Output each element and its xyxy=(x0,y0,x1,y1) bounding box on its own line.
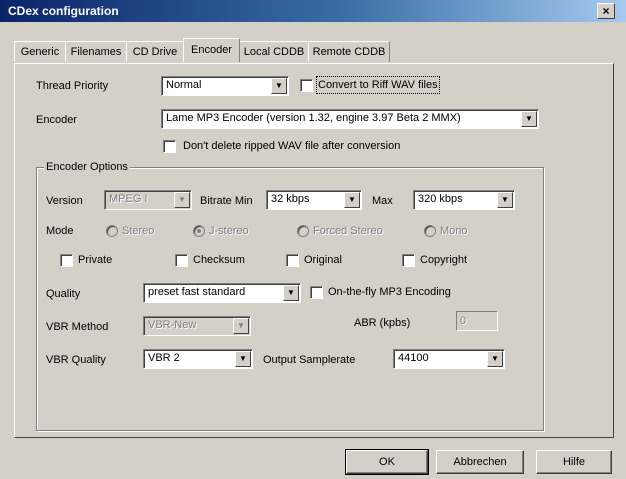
version-label: Version xyxy=(46,195,83,207)
encoder-options-title: Encoder Options xyxy=(44,160,130,174)
thread-priority-label: Thread Priority xyxy=(36,80,109,92)
quality-label: Quality xyxy=(46,288,81,300)
abr-value: 0 xyxy=(460,315,467,327)
mode-jstereo-label[interactable]: J-stereo xyxy=(209,224,249,238)
output-samplerate-label: Output Samplerate xyxy=(263,354,356,366)
dropdown-arrow-icon[interactable]: ▼ xyxy=(233,318,249,334)
dropdown-arrow-icon[interactable]: ▼ xyxy=(487,351,503,367)
version-value: MPEG I xyxy=(109,193,148,205)
vbr-quality-label: VBR Quality xyxy=(46,354,106,366)
convert-riff-checkbox[interactable] xyxy=(300,79,313,92)
tab-encoder[interactable]: Encoder xyxy=(183,38,240,62)
checksum-checkbox[interactable] xyxy=(175,254,188,267)
mode-stereo-label[interactable]: Stereo xyxy=(122,224,154,238)
tab-filenames[interactable]: Filenames xyxy=(65,41,127,62)
tab-cd-drive[interactable]: CD Drive xyxy=(126,41,184,62)
mode-mono-label[interactable]: Mono xyxy=(440,224,468,238)
checksum-label[interactable]: Checksum xyxy=(193,253,245,267)
dropdown-arrow-icon[interactable]: ▼ xyxy=(235,351,251,367)
mode-stereo-radio[interactable] xyxy=(106,225,118,237)
dropdown-arrow-icon[interactable]: ▼ xyxy=(174,192,190,208)
dont-delete-checkbox[interactable] xyxy=(163,140,176,153)
dropdown-arrow-icon[interactable]: ▼ xyxy=(344,192,360,208)
tab-remote-cddb[interactable]: Remote CDDB xyxy=(308,41,390,62)
output-samplerate-select[interactable]: 44100 ▼ xyxy=(393,349,505,369)
dropdown-arrow-icon[interactable]: ▼ xyxy=(497,192,513,208)
abr-input[interactable]: 0 xyxy=(456,311,498,331)
close-button[interactable]: × xyxy=(597,3,615,19)
vbr-method-select[interactable]: VBR-New ▼ xyxy=(143,316,251,336)
mode-label: Mode xyxy=(46,225,74,237)
original-checkbox[interactable] xyxy=(286,254,299,267)
dropdown-arrow-icon[interactable]: ▼ xyxy=(521,111,537,127)
mode-forced-stereo-label[interactable]: Forced Stereo xyxy=(313,224,383,238)
mode-jstereo-radio[interactable] xyxy=(193,225,205,237)
quality-select[interactable]: preset fast standard ▼ xyxy=(143,283,301,303)
quality-value: preset fast standard xyxy=(148,286,246,298)
abr-label: ABR (kpbs) xyxy=(354,317,411,329)
window-title: CDex configuration xyxy=(8,4,119,18)
on-the-fly-label[interactable]: On-the-fly MP3 Encoding xyxy=(328,285,451,299)
bitrate-max-value: 320 kbps xyxy=(418,193,463,205)
help-button[interactable]: Hilfe xyxy=(536,450,612,474)
mode-mono-radio[interactable] xyxy=(424,225,436,237)
version-select[interactable]: MPEG I ▼ xyxy=(104,190,192,210)
convert-riff-label[interactable]: Convert to Riff WAV files xyxy=(316,76,440,94)
vbr-method-value: VBR-New xyxy=(148,319,197,331)
bitrate-min-label: Bitrate Min xyxy=(200,195,253,207)
vbr-quality-select[interactable]: VBR 2 ▼ xyxy=(143,349,253,369)
vbr-quality-value: VBR 2 xyxy=(148,352,180,364)
cdex-config-dialog: CDex configuration × Generic Filenames C… xyxy=(0,0,626,479)
tab-local-cddb[interactable]: Local CDDB xyxy=(239,41,309,62)
bitrate-min-select[interactable]: 32 kbps ▼ xyxy=(266,190,362,210)
thread-priority-value: Normal xyxy=(166,79,202,91)
thread-priority-select[interactable]: Normal ▼ xyxy=(161,76,289,96)
bitrate-min-value: 32 kbps xyxy=(271,193,310,205)
encoder-value: Lame MP3 Encoder (version 1.32, engine 3… xyxy=(166,112,461,124)
output-samplerate-value: 44100 xyxy=(398,352,429,364)
tab-generic[interactable]: Generic xyxy=(14,41,66,62)
original-label[interactable]: Original xyxy=(304,253,342,267)
copyright-checkbox[interactable] xyxy=(402,254,415,267)
encoder-select[interactable]: Lame MP3 Encoder (version 1.32, engine 3… xyxy=(161,109,539,129)
private-label[interactable]: Private xyxy=(78,253,112,267)
ok-button[interactable]: OK xyxy=(345,449,429,475)
cancel-button[interactable]: Abbrechen xyxy=(436,450,524,474)
bitrate-max-select[interactable]: 320 kbps ▼ xyxy=(413,190,515,210)
dropdown-arrow-icon[interactable]: ▼ xyxy=(283,285,299,301)
copyright-label[interactable]: Copyright xyxy=(420,253,467,267)
dropdown-arrow-icon[interactable]: ▼ xyxy=(271,78,287,94)
mode-forced-stereo-radio[interactable] xyxy=(297,225,309,237)
on-the-fly-checkbox[interactable] xyxy=(310,286,323,299)
dont-delete-label[interactable]: Don't delete ripped WAV file after conve… xyxy=(183,139,400,153)
vbr-method-label: VBR Method xyxy=(46,321,109,333)
private-checkbox[interactable] xyxy=(60,254,73,267)
encoder-label: Encoder xyxy=(36,114,77,126)
bitrate-max-label: Max xyxy=(372,195,393,207)
